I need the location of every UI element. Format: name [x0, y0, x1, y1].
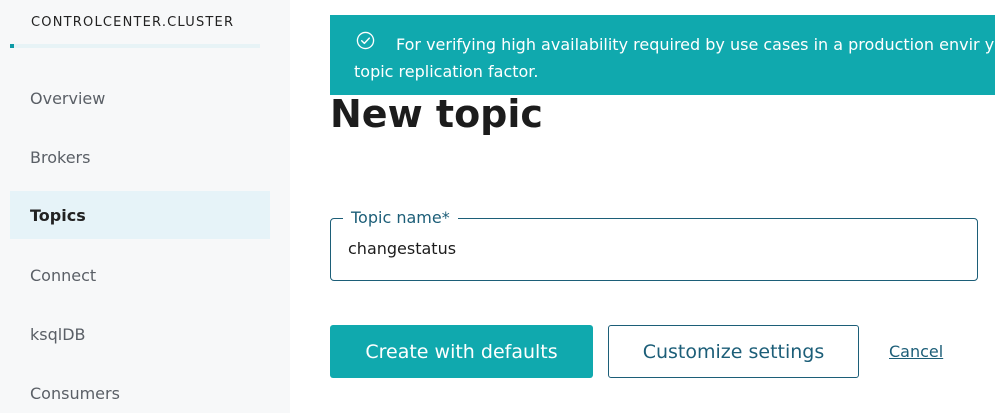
sidebar-item-label: ksqlDB [30, 324, 86, 344]
customize-settings-button[interactable]: Customize settings [608, 325, 859, 378]
sidebar-item-ksqldb[interactable]: ksqlDB [10, 310, 270, 358]
sidebar-item-label: Brokers [30, 147, 91, 167]
sidebar-item-consumers[interactable]: Consumers [10, 369, 270, 417]
info-banner: For verifying high availability required… [330, 15, 995, 95]
topic-name-label: Topic name* [343, 208, 458, 227]
sidebar-item-label: Overview [30, 88, 106, 108]
cluster-name[interactable]: CONTROLCENTER.CLUSTER [31, 15, 234, 30]
sidebar: CONTROLCENTER.CLUSTER Overview Brokers T… [0, 0, 290, 413]
cluster-underline [10, 44, 260, 48]
topic-name-field: Topic name* [330, 208, 978, 281]
sidebar-item-label: Connect [30, 265, 97, 285]
sidebar-item-label: Consumers [30, 383, 120, 403]
sidebar-item-brokers[interactable]: Brokers [10, 133, 270, 181]
create-with-defaults-button[interactable]: Create with defaults [330, 325, 593, 378]
page-title: New topic [330, 92, 543, 136]
cancel-link[interactable]: Cancel [889, 342, 943, 361]
sidebar-item-overview[interactable]: Overview [10, 74, 270, 122]
sidebar-item-connect[interactable]: Connect [10, 251, 270, 299]
topic-name-input[interactable] [348, 239, 958, 258]
sidebar-item-topics[interactable]: Topics [10, 191, 270, 239]
sidebar-item-label: Topics [30, 205, 86, 225]
banner-message: For verifying high availability required… [354, 35, 995, 81]
cluster-indicator [10, 44, 14, 48]
